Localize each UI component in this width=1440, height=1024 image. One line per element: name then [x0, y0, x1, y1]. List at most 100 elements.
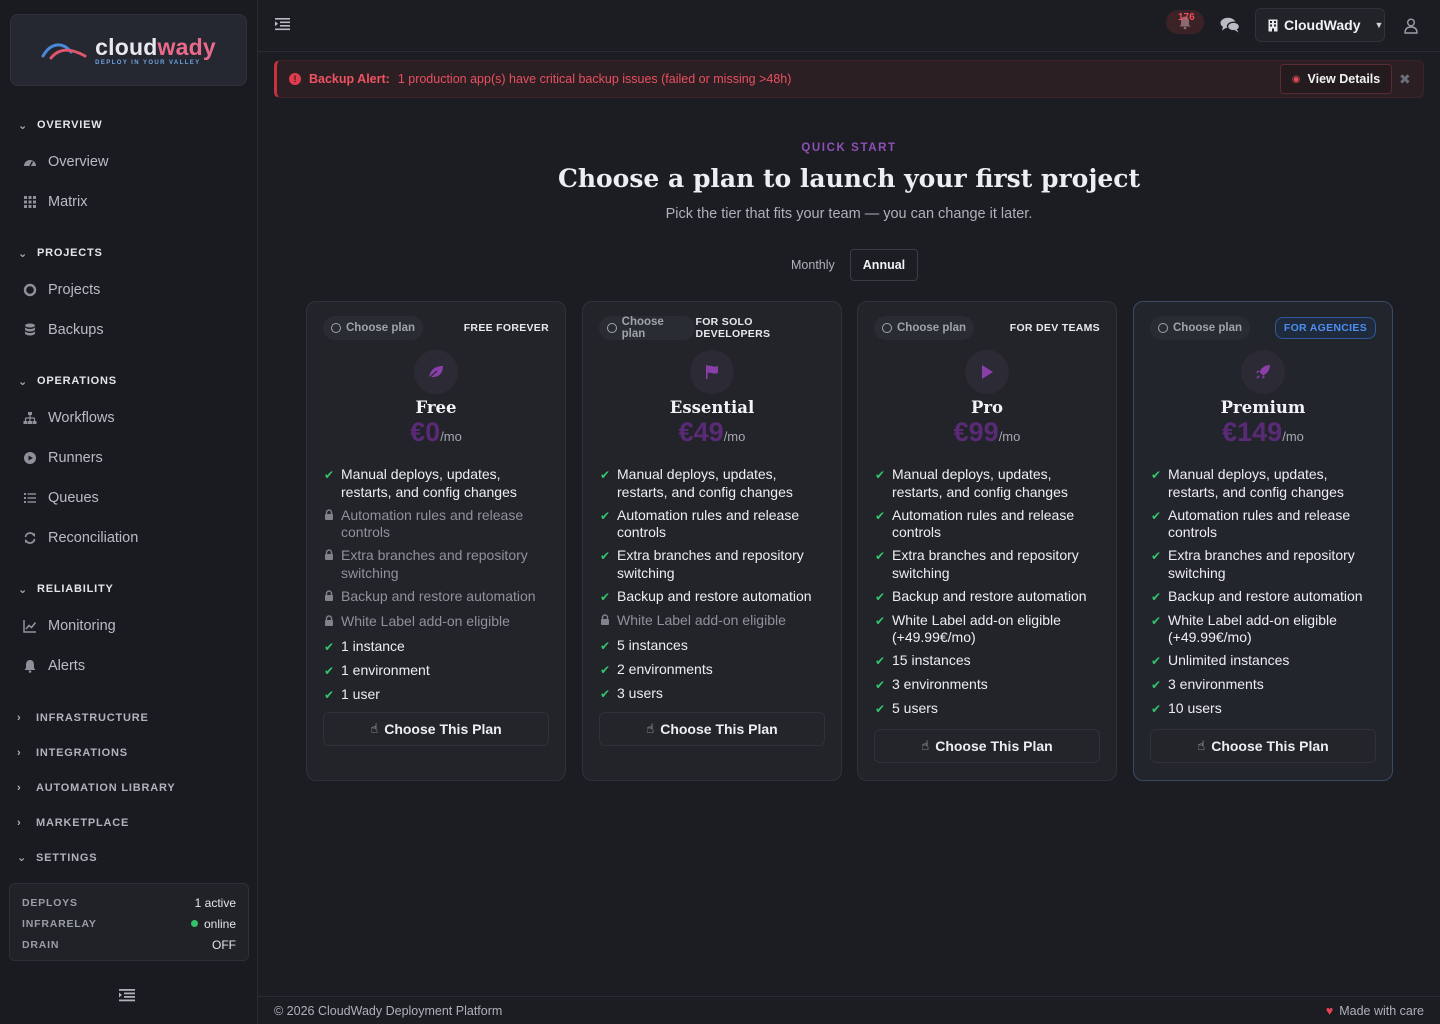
plan-feature: ✔ Unlimited instances: [1151, 652, 1380, 676]
sidebar-item-label: Reconciliation: [48, 530, 139, 546]
choose-this-plan-button[interactable]: ☝ Choose This Plan: [599, 712, 825, 746]
menu-toggle-icon[interactable]: [275, 17, 291, 33]
plan-feature: ✔ 10 users: [1151, 700, 1380, 724]
logo-wave-icon: [41, 43, 87, 60]
sidebar-item-overview[interactable]: Overview: [0, 142, 258, 182]
sidebar-item-matrix[interactable]: Matrix: [0, 182, 258, 222]
check-icon: ✔: [875, 508, 886, 523]
sidebar-item-reconciliation[interactable]: Reconciliation: [0, 518, 258, 558]
database-icon: [23, 323, 37, 337]
bell-icon: [23, 659, 37, 673]
nav-section-settings[interactable]: ⌄ SETTINGS: [0, 840, 258, 875]
choose-this-plan-button[interactable]: ☝ Choose This Plan: [323, 712, 549, 746]
view-details-button[interactable]: ◉ View Details: [1280, 64, 1392, 94]
organization-switcher[interactable]: CloudWady ▼: [1255, 8, 1385, 42]
lock-icon: [324, 589, 341, 608]
check-icon: ✔: [875, 613, 886, 628]
check-icon: ✔: [1151, 549, 1162, 563]
check-icon: ✔: [600, 638, 611, 653]
nav-section-infrastructure[interactable]: › INFRASTRUCTURE: [0, 700, 258, 735]
billing-annual-option[interactable]: Annual: [849, 249, 919, 281]
hand-pointer-icon: ☝: [1197, 738, 1206, 753]
check-icon: ✔: [1151, 678, 1162, 692]
chevron-down-icon: ⌄: [18, 375, 29, 388]
page-footer: © 2026 CloudWady Deployment Platform ♥ Ma…: [258, 996, 1440, 1024]
plan-feature: ✔ Automation rules and release controls: [875, 506, 1075, 541]
sidebar-item-workflows[interactable]: Workflows: [0, 398, 258, 438]
plan-tier-tag: FOR SOLO DEVELOPERS: [695, 316, 771, 340]
flag-icon: [690, 350, 734, 394]
grid-icon: [23, 195, 37, 209]
check-icon: ✔: [324, 468, 335, 482]
check-icon: ✔: [1151, 654, 1162, 668]
sidebar-item-label: Monitoring: [48, 618, 116, 634]
plan-feature: ✔ 5 instances: [600, 637, 829, 661]
notifications-button[interactable]: 176: [1166, 10, 1204, 34]
check-icon: ✔: [875, 654, 886, 668]
chat-icon[interactable]: [1220, 17, 1241, 35]
nav-section-projects[interactable]: ⌄ PROJECTS: [0, 236, 258, 270]
eye-icon: ◉: [1291, 73, 1301, 85]
plan-feature: White Label add-on eligible: [600, 612, 829, 637]
sidebar-item-queues[interactable]: Queues: [0, 478, 258, 518]
sidebar-item-projects[interactable]: Projects: [0, 270, 258, 310]
chevron-right-icon: ›: [17, 711, 22, 724]
sidebar-item-alerts[interactable]: Alerts: [0, 646, 258, 686]
plan-feature: ✔ Automation rules and release controls: [600, 506, 800, 541]
choose-plan-radio[interactable]: Choose plan: [1150, 316, 1251, 340]
sidebar-item-label: Alerts: [48, 658, 86, 674]
topbar: 176 CloudWady ▼: [258, 0, 1440, 52]
plan-feature: ✔ Automation rules and release controls: [1151, 506, 1351, 541]
backup-alert-banner: ! Backup Alert: 1 production app(s) have…: [274, 60, 1424, 98]
nav-section-reliability[interactable]: ⌄ RELIABILITY: [0, 572, 258, 606]
check-icon: ✔: [875, 549, 886, 563]
page-title: Choose a plan to launch your first proje…: [557, 164, 1141, 193]
nav-section-overview[interactable]: ⌄ OVERVIEW: [0, 108, 258, 142]
brand-logo[interactable]: cloudwady DEPLOY IN YOUR VALLEY: [10, 14, 247, 86]
choose-plan-radio[interactable]: Choose plan: [599, 316, 696, 340]
sitemap-icon: [23, 411, 37, 425]
plan-price: €149/mo: [1222, 417, 1304, 447]
plan-feature: ✔ 1 user: [324, 686, 553, 710]
nav-section-integrations[interactable]: › INTEGRATIONS: [0, 735, 258, 770]
alert-title: Backup Alert:: [309, 72, 390, 86]
sidebar-item-label: Workflows: [48, 410, 115, 426]
check-icon: ✔: [1151, 702, 1162, 716]
brand-name-part2: wady: [157, 33, 216, 60]
nav-section-automation-library[interactable]: › AUTOMATION LIBRARY: [0, 770, 258, 805]
play-circle-icon: [23, 451, 37, 465]
billing-monthly-option[interactable]: Monthly: [778, 249, 848, 281]
check-icon: ✔: [600, 468, 611, 482]
sidebar-item-runners[interactable]: Runners: [0, 438, 258, 478]
check-icon: ✔: [600, 589, 611, 604]
collapse-sidebar-icon[interactable]: [118, 988, 138, 1004]
sidebar-item-monitoring[interactable]: Monitoring: [0, 606, 258, 646]
choose-this-plan-button[interactable]: ☝ Choose This Plan: [1150, 729, 1376, 763]
sidebar-item-backups[interactable]: Backups: [0, 310, 258, 350]
heart-icon: ♥: [1325, 1003, 1334, 1018]
sidebar-item-label: Backups: [48, 322, 104, 338]
check-icon: ✔: [1151, 589, 1162, 604]
status-deploys: DEPLOYS 1 active: [22, 895, 236, 910]
choose-plan-radio[interactable]: Choose plan: [874, 316, 975, 340]
status-infrarelay: INFRARELAY online: [22, 916, 236, 931]
radio-circle-icon: [331, 323, 341, 333]
user-account-icon[interactable]: [1404, 18, 1418, 34]
close-icon[interactable]: ✖: [1399, 71, 1411, 88]
choose-this-plan-button[interactable]: ☝ Choose This Plan: [874, 729, 1100, 763]
nav-section-marketplace[interactable]: › MARKETPLACE: [0, 805, 258, 840]
footer-made-with: ♥ Made with care: [1325, 1003, 1424, 1018]
check-icon: ✔: [324, 663, 335, 678]
nav-section-operations[interactable]: ⌄ OPERATIONS: [0, 364, 258, 398]
choose-plan-radio[interactable]: Choose plan: [323, 316, 424, 340]
chevron-down-icon: ⌄: [18, 247, 29, 260]
plan-feature: Backup and restore automation: [324, 588, 553, 613]
circle-icon: [23, 283, 37, 297]
plan-feature: Extra branches and repository switching: [324, 547, 553, 588]
exclamation-circle-icon: !: [289, 73, 301, 85]
plan-feature: ✔ 3 environments: [875, 676, 1104, 700]
chevron-down-icon: ⌄: [17, 852, 28, 864]
plan-feature: ✔ 1 instance: [324, 638, 553, 662]
hand-pointer-icon: ☝: [370, 721, 379, 736]
check-icon: ✔: [600, 508, 611, 523]
